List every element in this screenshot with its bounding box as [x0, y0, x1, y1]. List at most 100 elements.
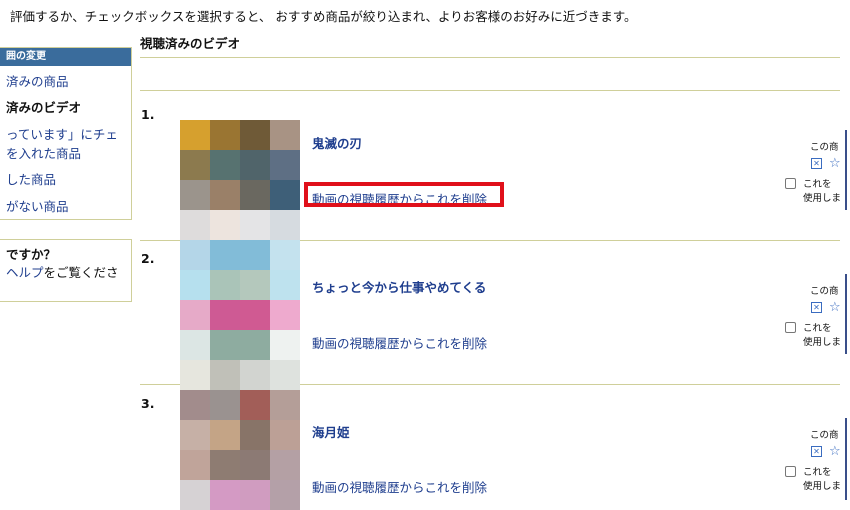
- use-for-recommendations-label: 使用しま: [803, 193, 842, 204]
- use-for-recommendations-label: これを: [803, 179, 832, 190]
- sidebar-item-owned-check-2[interactable]: を入れた商品: [6, 143, 81, 162]
- rating-label: この商: [810, 142, 839, 153]
- divider: [140, 90, 840, 91]
- panel-border: [845, 418, 847, 500]
- use-for-recommendations-label: 使用しま: [803, 481, 842, 492]
- video-title-link[interactable]: 鬼滅の刃: [312, 133, 362, 152]
- star-icon[interactable]: ☆: [829, 157, 841, 170]
- thumbnail-pixel: [270, 300, 300, 330]
- video-rank: 2.: [141, 251, 155, 266]
- thumbnail-pixel: [270, 240, 300, 270]
- panel-border: [845, 130, 847, 210]
- use-for-recommendations-checkbox[interactable]: [785, 466, 796, 477]
- rating-label: この商: [810, 430, 839, 441]
- thumbnail-pixel: [270, 360, 300, 390]
- thumbnail-pixel: [180, 420, 210, 450]
- thumbnail-pixel: [210, 330, 240, 360]
- help-title: ですか？: [6, 247, 57, 262]
- thumbnail-pixel: [240, 270, 270, 300]
- thumbnail-pixel: [240, 150, 270, 180]
- thumbnail-pixel: [240, 420, 270, 450]
- page-title: 視聴済みのビデオ: [140, 36, 241, 51]
- thumbnail-pixel: [240, 180, 270, 210]
- use-for-recommendations-checkbox[interactable]: [785, 322, 796, 333]
- thumbnail-pixel: [270, 210, 300, 240]
- use-for-recommendations-label: 使用しま: [803, 337, 842, 348]
- thumbnail-pixel: [270, 120, 300, 150]
- help-text: をご覧くださ: [43, 265, 119, 280]
- thumbnail-pixel: [210, 180, 240, 210]
- thumbnail-pixel: [270, 180, 300, 210]
- thumbnail-pixel: [240, 300, 270, 330]
- not-interested-icon[interactable]: ✕: [811, 158, 822, 169]
- thumbnail-pixel: [240, 450, 270, 480]
- thumbnail-pixel: [240, 480, 270, 510]
- divider: [140, 57, 840, 58]
- thumbnail-pixel: [180, 150, 210, 180]
- remove-from-history-link[interactable]: 動画の視聴履歴からこれを削除: [312, 333, 487, 352]
- sidebar-item-rated[interactable]: した商品: [6, 169, 56, 188]
- thumbnail-pixel: [240, 210, 270, 240]
- thumbnail-pixel: [180, 180, 210, 210]
- thumbnail-pixel: [210, 450, 240, 480]
- help-link[interactable]: ヘルプ: [6, 265, 44, 280]
- video-title-link[interactable]: ちょっと今から仕事やめてくる: [312, 277, 486, 296]
- remove-from-history-link[interactable]: 動画の視聴履歴からこれを削除: [312, 477, 487, 496]
- thumbnail-pixel: [210, 300, 240, 330]
- highlight-box: [304, 182, 504, 207]
- video-rank: 1.: [141, 107, 155, 122]
- thumbnail-pixel: [180, 450, 210, 480]
- thumbnail-pixel: [180, 120, 210, 150]
- use-for-recommendations-checkbox[interactable]: [785, 178, 796, 189]
- thumbnail-pixel: [210, 210, 240, 240]
- thumbnail-pixel: [270, 420, 300, 450]
- sidebar-item-unrated[interactable]: がない商品: [6, 196, 69, 215]
- use-for-recommendations-label: これを: [803, 323, 832, 334]
- thumbnail-pixel: [180, 390, 210, 420]
- thumbnail-pixel: [270, 450, 300, 480]
- thumbnail-pixel: [210, 390, 240, 420]
- help-text-row: ヘルプをご覧くださ: [6, 262, 119, 281]
- thumbnail-pixel: [180, 270, 210, 300]
- thumbnail-pixel: [270, 480, 300, 510]
- sidebar-help-box: ですか？ ヘルプをご覧くださ: [0, 239, 132, 302]
- video-rank: 3.: [141, 396, 155, 411]
- thumbnail-pixel: [210, 480, 240, 510]
- thumbnail-pixel: [210, 360, 240, 390]
- video-title-link[interactable]: 海月姫: [312, 422, 350, 441]
- thumbnail-pixel: [270, 330, 300, 360]
- panel-border: [845, 274, 847, 354]
- thumbnail-pixel: [180, 330, 210, 360]
- thumbnail-pixel: [210, 120, 240, 150]
- thumbnail-pixel: [240, 240, 270, 270]
- not-interested-icon[interactable]: ✕: [811, 302, 822, 313]
- thumbnail-pixel: [180, 360, 210, 390]
- sidebar-header: 囲の変更: [0, 48, 131, 66]
- thumbnail-pixel: [180, 300, 210, 330]
- sidebar-item-watched-videos: 済みのビデオ: [6, 100, 82, 115]
- star-icon[interactable]: ☆: [829, 301, 841, 314]
- sidebar-item-purchased[interactable]: 済みの商品: [6, 71, 69, 90]
- sidebar-item-owned-check[interactable]: っています」にチェ: [6, 124, 118, 143]
- video-thumbnail[interactable]: [180, 360, 300, 510]
- video-thumbnail[interactable]: [180, 120, 300, 240]
- sidebar-filter-box: 囲の変更 済みの商品 済みのビデオ っています」にチェ を入れた商品 した商品 …: [0, 47, 132, 220]
- not-interested-icon[interactable]: ✕: [811, 446, 822, 457]
- thumbnail-pixel: [210, 420, 240, 450]
- thumbnail-pixel: [210, 270, 240, 300]
- thumbnail-pixel: [180, 210, 210, 240]
- thumbnail-pixel: [240, 360, 270, 390]
- video-thumbnail[interactable]: [180, 240, 300, 360]
- use-for-recommendations-label: これを: [803, 467, 832, 478]
- thumbnail-pixel: [180, 480, 210, 510]
- thumbnail-pixel: [270, 150, 300, 180]
- thumbnail-pixel: [240, 330, 270, 360]
- star-icon[interactable]: ☆: [829, 445, 841, 458]
- rating-label: この商: [810, 286, 839, 297]
- thumbnail-pixel: [240, 390, 270, 420]
- thumbnail-pixel: [180, 240, 210, 270]
- intro-text: 評価するか、チェックボックスを選択すると、 おすすめ商品が絞り込まれ、よりお客様…: [10, 9, 637, 24]
- thumbnail-pixel: [240, 120, 270, 150]
- thumbnail-pixel: [210, 240, 240, 270]
- thumbnail-pixel: [270, 390, 300, 420]
